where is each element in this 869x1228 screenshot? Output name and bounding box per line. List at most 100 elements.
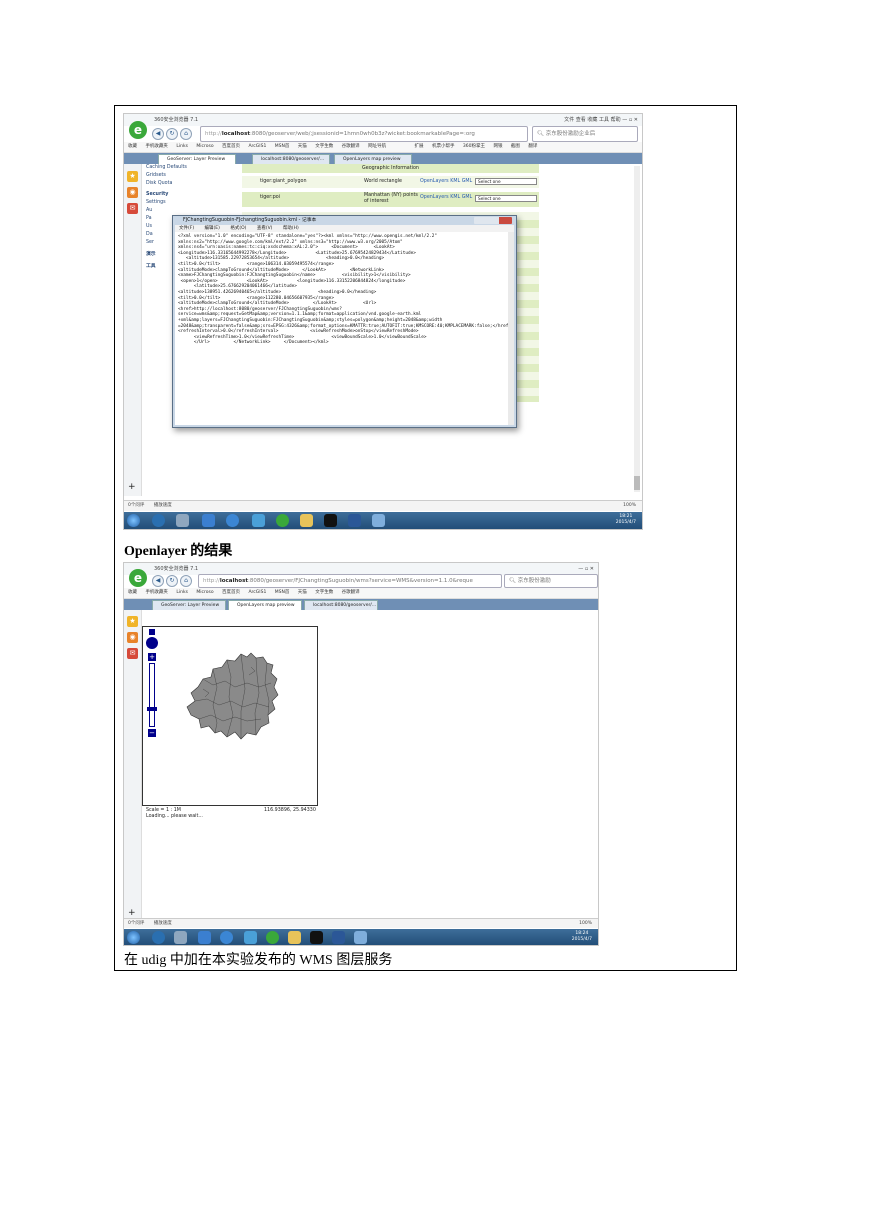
start-icon[interactable] xyxy=(127,931,140,944)
browser-app-icon[interactable] xyxy=(266,931,279,944)
status-reviews[interactable]: 0个问评 xyxy=(128,503,144,508)
app-icon[interactable] xyxy=(220,931,233,944)
add-icon[interactable]: + xyxy=(128,482,136,492)
home-icon[interactable]: ⌂ xyxy=(180,575,192,587)
favorite-item[interactable]: 360粉掌王 xyxy=(463,144,485,149)
favorite-item[interactable]: 网址导航 xyxy=(368,144,386,149)
menu-help[interactable]: 帮助 xyxy=(611,117,621,123)
app-icon[interactable] xyxy=(354,931,367,944)
search-input[interactable]: 🔍︎ 京东股份激励企业后 xyxy=(532,126,638,142)
tab-layer-preview[interactable]: GeoServer: Layer Preview xyxy=(152,600,226,610)
eye-icon[interactable]: ◉ xyxy=(127,187,138,198)
mail-icon[interactable]: ✉ xyxy=(127,648,138,659)
notepad-window-controls[interactable] xyxy=(474,217,512,224)
layer-formats[interactable]: OpenLayers KML GML xyxy=(420,192,472,204)
format-select[interactable]: Select one xyxy=(475,178,537,185)
app-icon[interactable] xyxy=(174,931,187,944)
mail-icon[interactable]: ✉ xyxy=(127,203,138,214)
app-icon[interactable] xyxy=(226,514,239,527)
favorite-item[interactable]: 网银 xyxy=(493,144,502,149)
app-icon[interactable] xyxy=(176,514,189,527)
zoom-level[interactable]: 100% xyxy=(623,501,636,511)
favorite-item[interactable]: 谷歌翻译 xyxy=(342,590,360,595)
app-icon[interactable] xyxy=(202,514,215,527)
refresh-icon[interactable]: ↻ xyxy=(166,575,178,587)
status-reviews[interactable]: 0个问评 xyxy=(128,921,144,926)
sidebar-item-gridsets[interactable]: Gridsets xyxy=(146,172,202,180)
notepad-text-area[interactable]: <?xml version="1.0" encoding="UTF-8" sta… xyxy=(175,232,508,425)
favorite-item[interactable]: 手机收藏夹 xyxy=(145,144,168,149)
favorite-item[interactable]: 机票小帮手 xyxy=(432,144,455,149)
app-icon[interactable] xyxy=(372,514,385,527)
folder-icon[interactable] xyxy=(300,514,313,527)
refresh-icon[interactable]: ↻ xyxy=(166,128,178,140)
menu-file[interactable]: 文件 xyxy=(564,117,574,123)
word-icon[interactable] xyxy=(332,931,345,944)
search-input[interactable]: 🔍︎ 京东股份激励 xyxy=(504,574,598,588)
terminal-icon[interactable] xyxy=(310,931,323,944)
back-icon[interactable]: ◀ xyxy=(152,128,164,140)
favorite-item[interactable]: 扩展 xyxy=(415,144,424,149)
app-icon[interactable] xyxy=(252,514,265,527)
favorite-item[interactable]: 文字生数 xyxy=(315,144,333,149)
openlayers-map[interactable]: + − xyxy=(142,626,318,806)
menu-tools[interactable]: 工具 xyxy=(599,117,609,123)
favorite-item[interactable]: 文字生数 xyxy=(315,590,333,595)
terminal-icon[interactable] xyxy=(324,514,337,527)
back-icon[interactable]: ◀ xyxy=(152,575,164,587)
tab-openlayers[interactable]: OpenLayers map preview xyxy=(228,600,302,610)
page-scrollbar[interactable] xyxy=(634,166,640,492)
favorite-item[interactable]: 谷歌翻译 xyxy=(342,144,360,149)
tab-localhost[interactable]: localhost:8080/geoserver/... xyxy=(252,154,330,164)
address-bar[interactable]: http://localhost:8080/geoserver/FJChangt… xyxy=(198,574,502,588)
notepad-scrollbar[interactable] xyxy=(508,232,514,425)
favorite-item[interactable]: 翻译 xyxy=(528,144,537,149)
notepad-menu-view[interactable]: 查看(V) xyxy=(257,226,273,231)
notepad-menu-edit[interactable]: 编辑(E) xyxy=(205,226,220,231)
tab-openlayers[interactable]: OpenLayers map preview xyxy=(334,154,412,164)
favorite-item[interactable]: Links xyxy=(176,144,188,149)
home-icon[interactable]: ⌂ xyxy=(180,128,192,140)
sidebar-item-caching-defaults[interactable]: Caching Defaults xyxy=(146,164,202,172)
browser-app-icon[interactable] xyxy=(276,514,289,527)
close-icon[interactable]: ✕ xyxy=(590,566,594,572)
system-clock[interactable]: 18:24 2015/4/7 xyxy=(572,931,592,943)
favorite-item[interactable]: 收藏 xyxy=(128,590,137,595)
zoom-level[interactable]: 100% xyxy=(579,919,592,928)
favorite-item[interactable]: MSN首 xyxy=(275,590,290,595)
favorite-item[interactable]: Microso xyxy=(196,144,213,149)
format-select[interactable]: Select one xyxy=(475,195,537,202)
favorite-item[interactable]: Microso xyxy=(196,590,213,595)
favorite-item[interactable]: 百度首页 xyxy=(222,144,240,149)
favorite-item[interactable]: 百度首页 xyxy=(222,590,240,595)
favorite-item[interactable]: 天猫 xyxy=(298,144,307,149)
start-icon[interactable] xyxy=(127,514,140,527)
sidebar-item-settings[interactable]: Settings xyxy=(146,199,202,207)
eye-icon[interactable]: ◉ xyxy=(127,632,138,643)
tab-layer-preview[interactable]: GeoServer: Layer Preview xyxy=(158,154,236,164)
notepad-menu-file[interactable]: 文件(F) xyxy=(179,226,194,231)
system-clock[interactable]: 18:21 2015/4/7 xyxy=(616,514,636,526)
sidebar-item-auth[interactable]: Au xyxy=(146,207,202,215)
star-icon[interactable]: ★ xyxy=(127,171,138,182)
app-icon[interactable] xyxy=(152,514,165,527)
app-icon[interactable] xyxy=(198,931,211,944)
app-icon[interactable] xyxy=(152,931,165,944)
close-icon[interactable]: ✕ xyxy=(634,117,638,123)
restore-icon[interactable]: ▫ xyxy=(629,117,632,123)
notepad-menu-help[interactable]: 帮助(H) xyxy=(283,226,299,231)
status-playback[interactable]: 播放速度 xyxy=(154,921,172,926)
sidebar-item-disk-quota[interactable]: Disk Quota xyxy=(146,180,202,188)
restore-icon[interactable]: ▫ xyxy=(585,566,588,572)
window-controls[interactable]: 文件 查看 收藏 工具 帮助 — ▫ ✕ xyxy=(564,114,638,126)
minimize-icon[interactable]: — xyxy=(578,566,583,572)
favorite-item[interactable]: Links xyxy=(176,590,188,595)
favorite-item[interactable]: 天猫 xyxy=(298,590,307,595)
menu-view[interactable]: 查看 xyxy=(576,117,586,123)
menu-favorites[interactable]: 收藏 xyxy=(587,117,597,123)
favorite-item[interactable]: MSN首 xyxy=(275,144,290,149)
favorite-item[interactable]: 手机收藏夹 xyxy=(145,590,168,595)
folder-icon[interactable] xyxy=(288,931,301,944)
notepad-menu-format[interactable]: 格式(O) xyxy=(230,226,246,231)
add-icon[interactable]: + xyxy=(128,908,136,918)
